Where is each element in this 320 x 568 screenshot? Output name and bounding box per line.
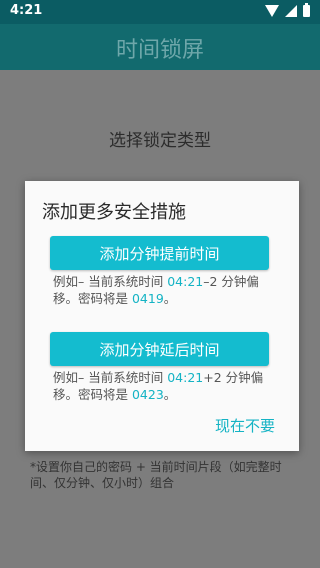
option1-desc-prefix: 例如– 当前系统时间 bbox=[53, 274, 168, 289]
security-dialog: 添加更多安全措施 添加分钟提前时间 例如– 当前系统时间 04:21–2 分钟偏… bbox=[25, 181, 299, 451]
option2-desc-suffix: 。 bbox=[163, 387, 177, 402]
option2-code: 0423 bbox=[131, 387, 164, 402]
not-now-button[interactable]: 现在不要 bbox=[215, 415, 275, 436]
status-bar: 4:21 bbox=[0, 0, 320, 24]
option2-time: 04:21 bbox=[167, 370, 204, 385]
app-title: 时间锁屏 bbox=[115, 38, 204, 63]
page-subtitle: 选择锁定类型 bbox=[109, 131, 211, 151]
add-minutes-earlier-button[interactable]: 添加分钟提前时间 bbox=[50, 236, 269, 270]
status-time: 4:21 bbox=[10, 3, 43, 18]
status-icons bbox=[265, 3, 310, 17]
footer-note: *设置你自己的密码 + 当前时间片段（如完整时间、仅分钟、仅小时）组合 bbox=[30, 460, 282, 490]
option1-desc-suffix: 。 bbox=[163, 291, 177, 306]
dialog-title: 添加更多安全措施 bbox=[42, 202, 186, 223]
wifi-icon bbox=[265, 5, 279, 17]
option1-time: 04:21 bbox=[167, 274, 204, 289]
add-minutes-later-button[interactable]: 添加分钟延后时间 bbox=[50, 332, 269, 366]
app-bar: 时间锁屏 bbox=[0, 24, 320, 70]
option2-description: 例如– 当前系统时间 04:21+2 分钟偏移。密码将是 0423。 bbox=[53, 369, 273, 403]
option1-code: 0419 bbox=[131, 291, 164, 306]
battery-icon bbox=[303, 3, 310, 17]
option1-description: 例如– 当前系统时间 04:21–2 分钟偏移。密码将是 0419。 bbox=[53, 273, 273, 307]
signal-icon bbox=[285, 5, 297, 17]
option2-desc-prefix: 例如– 当前系统时间 bbox=[53, 370, 168, 385]
